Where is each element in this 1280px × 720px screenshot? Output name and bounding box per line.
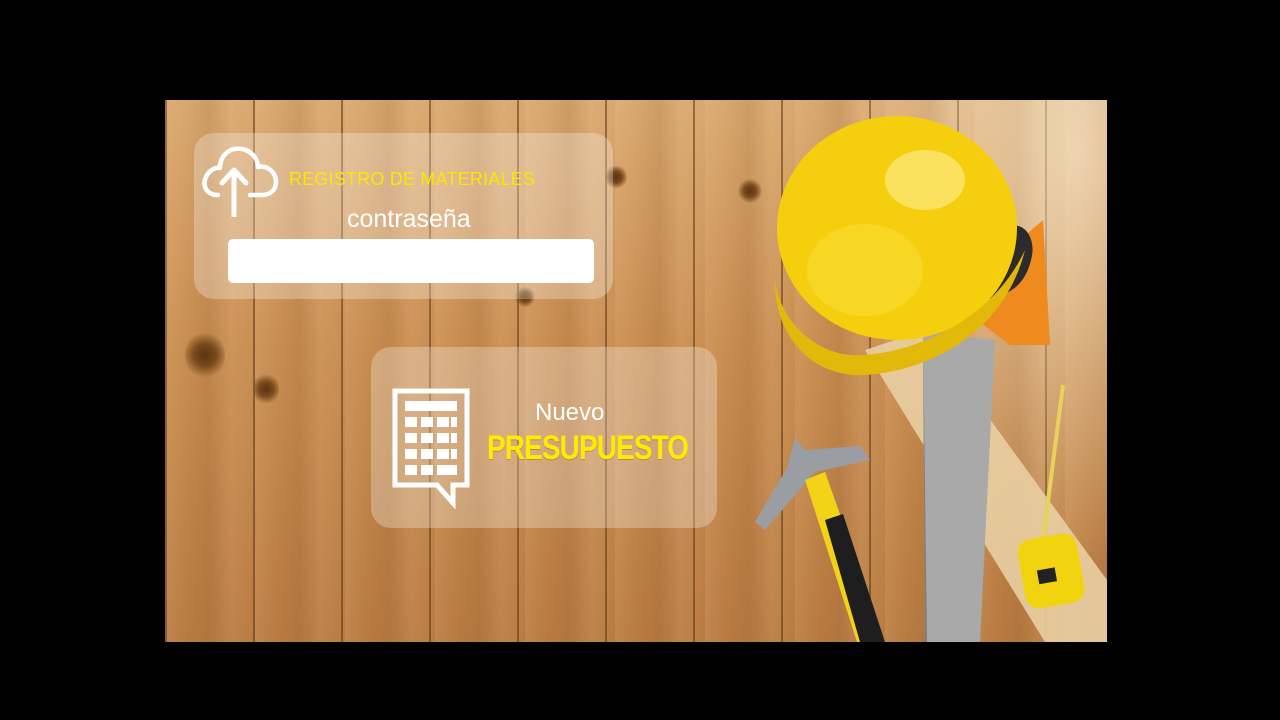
wood-knot <box>738 178 762 204</box>
wood-knot <box>185 330 225 380</box>
password-field[interactable] <box>228 239 594 283</box>
password-label: contraseña <box>347 205 471 233</box>
calculator-icon <box>392 388 470 509</box>
light-glare <box>807 100 1107 642</box>
login-panel: REGISTRO DE MATERIALES contraseña <box>194 133 613 299</box>
cloud-upload-icon <box>202 146 279 217</box>
app-title: REGISTRO DE MATERIALES <box>289 169 536 189</box>
budget-label-title: PRESUPUESTO <box>487 429 689 467</box>
new-budget-button[interactable]: Nuevo PRESUPUESTO <box>371 347 717 528</box>
budget-label-new: Nuevo <box>535 399 605 426</box>
wood-knot <box>253 372 279 406</box>
